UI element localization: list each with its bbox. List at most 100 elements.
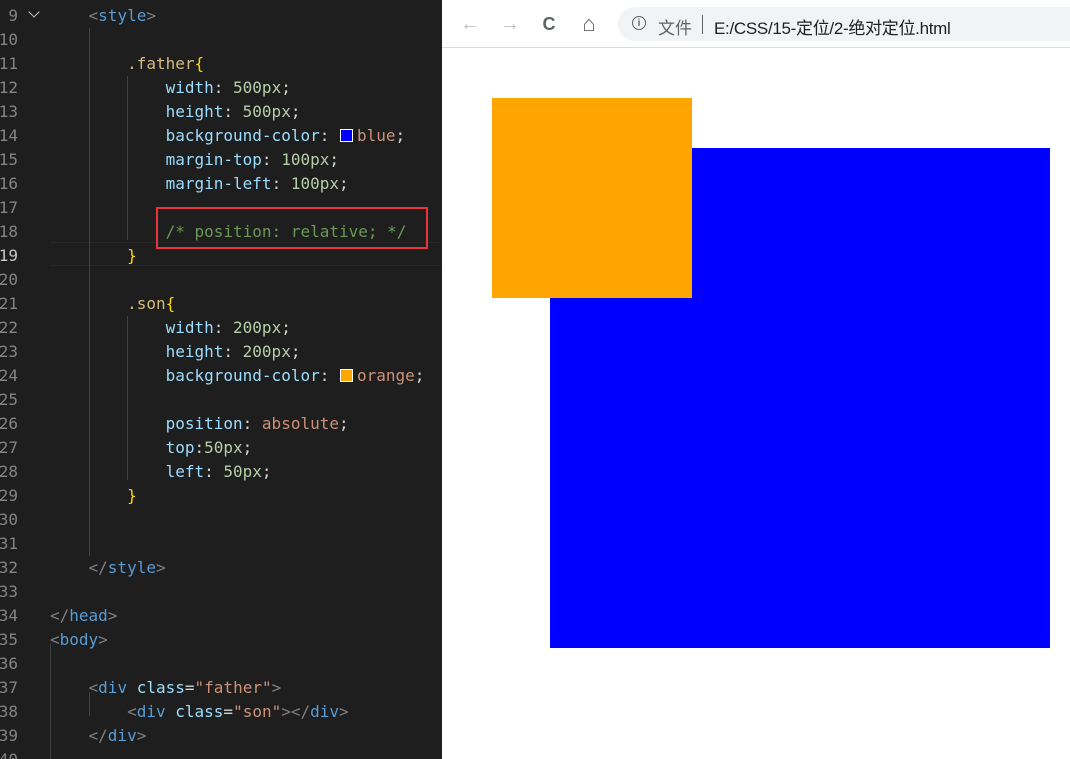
code-token: ; xyxy=(242,438,253,457)
line-number: 10 xyxy=(0,30,18,49)
code-token: : xyxy=(213,318,234,337)
code-line[interactable]: 31 xyxy=(0,532,442,556)
code-line[interactable]: 40 xyxy=(0,748,442,759)
code-line[interactable]: 20 xyxy=(0,268,442,292)
code-token: 500px xyxy=(233,78,282,97)
code-token: > xyxy=(155,558,166,577)
code-line[interactable]: 33 xyxy=(0,580,442,604)
color-swatch-icon[interactable] xyxy=(339,129,353,142)
code-token: : xyxy=(223,102,243,121)
code-line[interactable]: 28 left: 50px; xyxy=(0,460,442,484)
code-line[interactable]: 12 width: 500px; xyxy=(0,76,442,100)
code-token: < xyxy=(127,702,137,721)
code-line[interactable]: 10 xyxy=(0,28,442,52)
code-token: 500px xyxy=(242,102,291,121)
separator xyxy=(702,15,703,34)
code-line[interactable]: 30 xyxy=(0,508,442,532)
code-line[interactable]: 11 .father{ xyxy=(0,52,442,76)
code-line[interactable]: 9 <style> xyxy=(0,4,442,28)
color-swatch-icon[interactable] xyxy=(339,369,353,382)
code-line[interactable]: 26 position: absolute; xyxy=(0,412,442,436)
home-icon[interactable]: ⌂ xyxy=(577,12,601,36)
line-number: 9 xyxy=(8,6,18,25)
code-line[interactable]: 24 background-color: orange; xyxy=(0,364,442,388)
code-line[interactable]: 15 margin-top: 100px; xyxy=(0,148,442,172)
code-text: position: absolute; xyxy=(50,412,349,436)
code-line[interactable]: 16 margin-left: 100px; xyxy=(0,172,442,196)
line-number: 21 xyxy=(0,294,18,313)
code-token: : xyxy=(271,174,291,193)
address-bar[interactable]: i 文件 E:/CSS/15-定位/2-绝对定位.html xyxy=(618,7,1070,41)
line-number: 26 xyxy=(0,414,18,433)
code-line[interactable]: 25 xyxy=(0,388,442,412)
code-line[interactable]: 34 </head> xyxy=(0,604,442,628)
code-token: </ xyxy=(50,606,70,625)
code-line[interactable]: 35 <body> xyxy=(0,628,442,652)
code-token: 200px xyxy=(242,342,291,361)
code-text: } xyxy=(50,244,137,268)
url-text[interactable]: E:/CSS/15-定位/2-绝对定位.html xyxy=(714,14,951,39)
code-token: div xyxy=(107,726,137,745)
line-number: 15 xyxy=(0,150,18,169)
browser-toolbar: ← → C ⌂ i 文件 E:/CSS/15-定位/2-绝对定位.html xyxy=(442,0,1070,48)
code-text: <style> xyxy=(50,4,156,28)
code-token: ; xyxy=(414,366,425,385)
code-text: width: 500px; xyxy=(50,76,291,100)
code-text: top:50px; xyxy=(50,436,253,460)
code-token: 100px xyxy=(290,174,339,193)
code-token: } xyxy=(127,486,137,505)
code-token: : xyxy=(242,414,262,433)
code-token: orange xyxy=(356,366,415,385)
code-line[interactable]: 13 height: 500px; xyxy=(0,100,442,124)
code-token: .son xyxy=(127,294,166,313)
line-number: 39 xyxy=(0,726,18,745)
code-line[interactable]: 36 xyxy=(0,652,442,676)
code-line[interactable]: 22 width: 200px; xyxy=(0,316,442,340)
forward-arrow-icon[interactable]: → xyxy=(498,12,522,36)
reload-icon[interactable]: C xyxy=(537,12,561,36)
code-line[interactable]: 38 <div class="son"></div> xyxy=(0,700,442,724)
code-line[interactable]: 27 top:50px; xyxy=(0,436,442,460)
code-line[interactable]: 21 .son{ xyxy=(0,292,442,316)
code-token: : xyxy=(261,150,282,169)
code-token: ; xyxy=(395,126,406,145)
code-token: div xyxy=(310,702,340,721)
line-number: 12 xyxy=(0,78,18,97)
code-line[interactable]: 23 height: 200px; xyxy=(0,340,442,364)
code-token: { xyxy=(194,54,205,73)
code-text: margin-left: 100px; xyxy=(50,172,349,196)
code-token: height xyxy=(165,342,224,361)
code-text: </head> xyxy=(50,604,117,628)
code-token: : xyxy=(319,126,339,145)
code-token: ; xyxy=(281,318,291,337)
code-token: { xyxy=(165,294,176,313)
line-number: 22 xyxy=(0,318,18,337)
code-token: 50px xyxy=(223,462,262,481)
code-line[interactable]: 32 </style> xyxy=(0,556,442,580)
code-token: style xyxy=(107,558,156,577)
line-number: 40 xyxy=(0,748,18,759)
code-text: height: 500px; xyxy=(50,100,301,124)
code-line[interactable]: 14 background-color: blue; xyxy=(0,124,442,148)
line-number: 30 xyxy=(0,510,18,529)
code-token: ; xyxy=(339,174,349,193)
code-line[interactable]: 37 <div class="father"> xyxy=(0,676,442,700)
code-token: height xyxy=(165,102,224,121)
info-icon[interactable]: i xyxy=(632,16,646,30)
code-editor[interactable]: 9 <style> 10 11 .father{12 width: 500px; 13… xyxy=(0,0,442,759)
code-token: ></ xyxy=(281,702,311,721)
back-arrow-icon[interactable]: ← xyxy=(458,12,482,36)
code-token: } xyxy=(127,246,137,265)
code-line[interactable]: 29 } xyxy=(0,484,442,508)
code-text: <body> xyxy=(50,628,108,652)
code-line[interactable]: 39 </div> xyxy=(0,724,442,748)
code-token: width xyxy=(165,78,214,97)
